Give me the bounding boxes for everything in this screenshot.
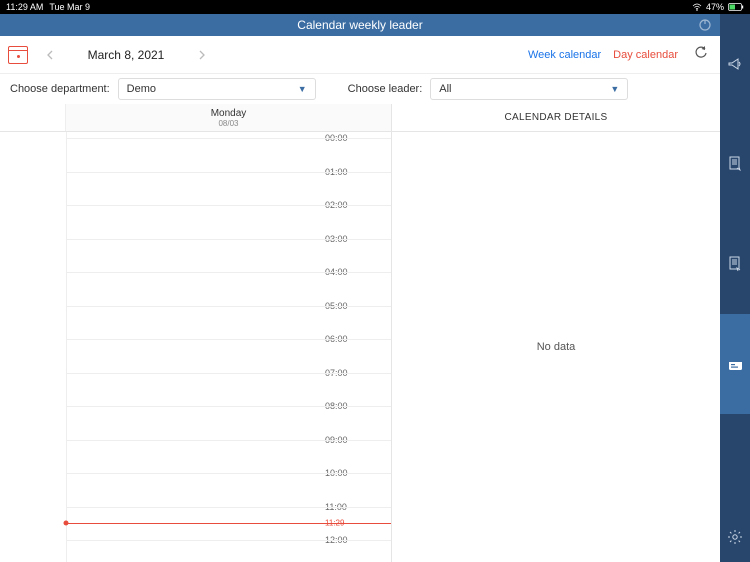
now-time-label: 11:29 xyxy=(325,518,385,527)
power-button[interactable] xyxy=(696,16,714,34)
current-date: March 8, 2021 xyxy=(86,48,166,62)
status-time: 11:29 AM xyxy=(6,2,43,12)
day-name: Monday xyxy=(211,108,247,119)
day-header: Monday 08/03 xyxy=(66,104,391,131)
details-title: CALENDAR DETAILS xyxy=(392,104,720,132)
battery-percent: 47% xyxy=(706,2,724,12)
sidebar-item-doc-in[interactable] xyxy=(720,214,750,314)
app-header: Calendar weekly leader xyxy=(0,14,720,36)
next-day-button[interactable] xyxy=(192,45,212,65)
refresh-button[interactable] xyxy=(694,46,712,64)
sidebar-item-calendar[interactable] xyxy=(720,314,750,414)
battery-icon xyxy=(728,3,744,11)
status-bar: 11:29 AM Tue Mar 9 47% xyxy=(0,0,750,14)
wifi-icon xyxy=(692,3,702,11)
day-calendar-link[interactable]: Day calendar xyxy=(613,49,678,61)
calendar-grid: Monday 08/03 00:0001:0002:0003:0004:0005… xyxy=(0,104,392,562)
calendar-card-icon xyxy=(728,358,743,371)
document-out-icon xyxy=(728,156,743,172)
gear-icon xyxy=(727,529,743,545)
chevron-down-icon: ▼ xyxy=(298,84,307,94)
department-value: Demo xyxy=(127,83,156,95)
sidebar-item-announce[interactable] xyxy=(720,14,750,114)
leader-value: All xyxy=(439,83,451,95)
document-in-icon xyxy=(728,256,743,272)
department-select[interactable]: Demo ▼ xyxy=(118,78,316,100)
details-empty: No data xyxy=(392,132,720,562)
sidebar-item-settings[interactable] xyxy=(720,512,750,562)
day-date: 08/03 xyxy=(218,119,238,128)
leader-label: Choose leader: xyxy=(348,83,423,95)
right-sidebar xyxy=(720,14,750,562)
leader-select[interactable]: All ▼ xyxy=(430,78,628,100)
dept-label: Choose department: xyxy=(10,83,110,95)
status-date: Tue Mar 9 xyxy=(49,2,90,12)
calendar-grid-body[interactable]: 00:0001:0002:0003:0004:0005:0006:0007:00… xyxy=(0,132,391,562)
sidebar-item-doc-out[interactable] xyxy=(720,114,750,214)
date-toolbar: March 8, 2021 Week calendar Day calendar xyxy=(0,36,720,74)
week-calendar-link[interactable]: Week calendar xyxy=(528,49,601,61)
calendar-icon[interactable] xyxy=(8,46,28,64)
chevron-down-icon: ▼ xyxy=(610,84,619,94)
filter-bar: Choose department: Demo ▼ Choose leader:… xyxy=(0,74,720,104)
details-panel: CALENDAR DETAILS No data xyxy=(392,104,720,562)
time-gutter-head xyxy=(0,104,66,131)
page-title: Calendar weekly leader xyxy=(0,18,720,32)
megaphone-icon xyxy=(727,56,743,72)
prev-day-button[interactable] xyxy=(40,45,60,65)
